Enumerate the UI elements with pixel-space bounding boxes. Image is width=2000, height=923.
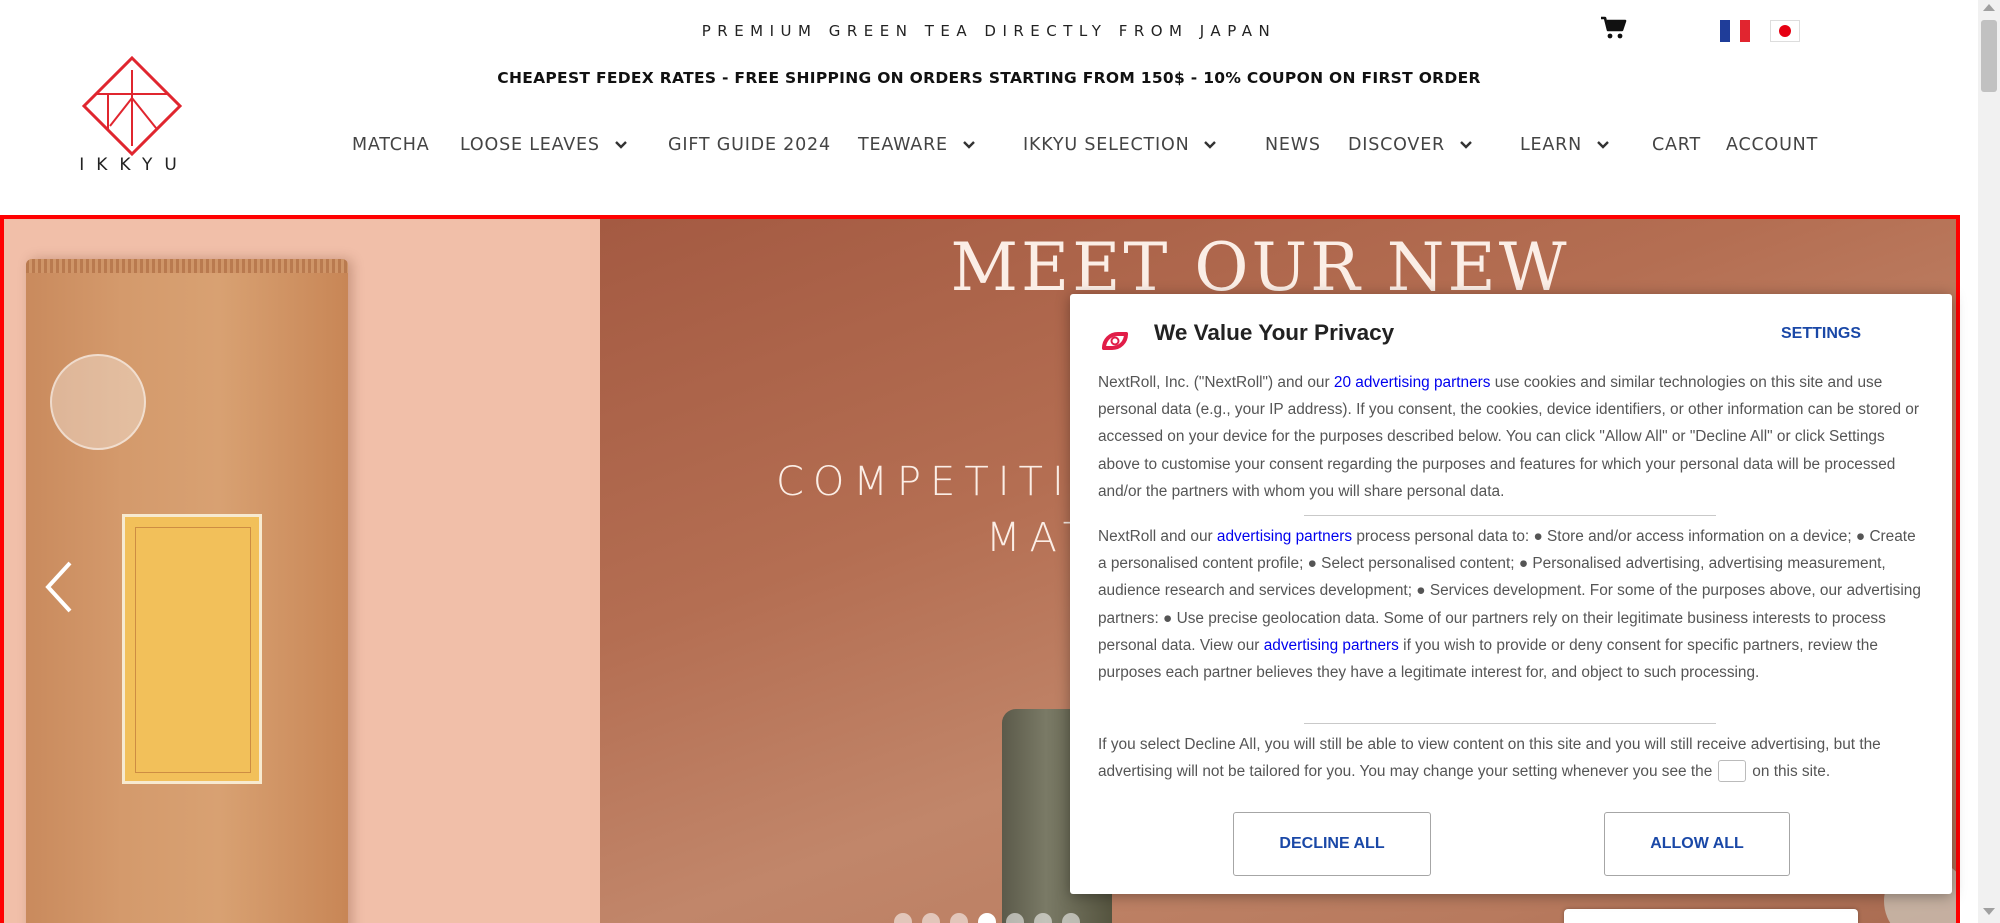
slider-dots bbox=[894, 913, 1080, 923]
nav-label: CART bbox=[1652, 135, 1701, 155]
nav-ikkyu-selection[interactable]: IKKYU SELECTION bbox=[1023, 133, 1217, 157]
nav-label: MATCHA bbox=[352, 135, 430, 155]
nav-label: LOOSE LEAVES bbox=[460, 135, 600, 155]
allow-all-button[interactable]: ALLOW ALL bbox=[1604, 812, 1790, 876]
nav-label: TEAWARE bbox=[858, 135, 948, 155]
nav-label: IKKYU SELECTION bbox=[1023, 135, 1190, 155]
nav-account[interactable]: ACCOUNT bbox=[1726, 133, 1818, 157]
settings-button[interactable]: SETTINGS bbox=[1781, 325, 1861, 343]
scroll-up-icon[interactable] bbox=[1983, 4, 1995, 11]
nav-loose-leaves[interactable]: LOOSE LEAVES bbox=[460, 133, 628, 157]
advertising-partners-link[interactable]: advertising partners bbox=[1217, 528, 1352, 545]
nav-label: GIFT GUIDE 2024 bbox=[668, 135, 831, 155]
slide-dot[interactable] bbox=[950, 913, 968, 923]
advertising-partners-link[interactable]: advertising partners bbox=[1264, 637, 1399, 654]
promo-popup-tab[interactable] bbox=[1564, 909, 1858, 923]
consent-title: We Value Your Privacy bbox=[1154, 320, 1395, 345]
consent-paragraph-purposes: NextRoll and our advertising partners pr… bbox=[1098, 523, 1926, 686]
nav-news[interactable]: NEWS bbox=[1265, 133, 1321, 157]
page-scrollbar[interactable] bbox=[1978, 0, 2000, 923]
slide-dot[interactable] bbox=[894, 913, 912, 923]
nav-discover[interactable]: DISCOVER bbox=[1348, 133, 1473, 157]
purposes-text-middle: process personal data to: ● Store and/or… bbox=[1098, 528, 1921, 654]
divider bbox=[1304, 515, 1716, 516]
privacy-consent-dialog: We Value Your Privacy SETTINGS NextRoll,… bbox=[1070, 294, 1952, 894]
package-seal-strip bbox=[26, 259, 348, 273]
nav-label: DISCOVER bbox=[1348, 135, 1446, 155]
divider bbox=[1304, 723, 1716, 724]
logo-text: IKKYU bbox=[79, 155, 189, 175]
chevron-down-icon bbox=[614, 141, 627, 149]
header-tagline: PREMIUM GREEN TEA DIRECTLY FROM JAPAN bbox=[701, 22, 1277, 40]
chevron-down-icon bbox=[963, 141, 975, 149]
flag-fr-icon[interactable] bbox=[1720, 20, 1750, 42]
slide-dot[interactable] bbox=[922, 913, 940, 923]
decline-info-text-end: on this site. bbox=[1752, 763, 1831, 781]
chevron-down-icon bbox=[1597, 141, 1609, 149]
advertising-partners-link[interactable]: 20 advertising partners bbox=[1334, 374, 1491, 391]
nav-teaware[interactable]: TEAWARE bbox=[858, 133, 976, 157]
chevron-left-icon[interactable] bbox=[42, 559, 76, 615]
scroll-down-icon[interactable] bbox=[1983, 908, 1995, 915]
nextroll-logo-icon bbox=[1102, 332, 1128, 350]
consent-settings-icon[interactable] bbox=[1718, 760, 1747, 783]
package-label-image bbox=[122, 514, 262, 784]
slide-dot[interactable] bbox=[1062, 913, 1080, 923]
flag-jp-icon[interactable] bbox=[1770, 20, 1800, 42]
nav-label: ACCOUNT bbox=[1726, 135, 1819, 155]
slide-dot[interactable] bbox=[1034, 913, 1052, 923]
decline-all-button[interactable]: DECLINE ALL bbox=[1233, 812, 1431, 876]
slide-dot-active[interactable] bbox=[978, 913, 996, 923]
promo-banner: CHEAPEST FEDEX RATES - FREE SHIPPING ON … bbox=[497, 69, 1481, 87]
nav-matcha[interactable]: MATCHA bbox=[352, 133, 430, 157]
consent-paragraph-decline-info: If you select Decline All, you will stil… bbox=[1098, 731, 1926, 785]
nav-gift-guide[interactable]: GIFT GUIDE 2024 bbox=[668, 133, 831, 157]
slide-dot[interactable] bbox=[1006, 913, 1024, 923]
consent-paragraph-intro: NextRoll, Inc. ("NextRoll") and our 20 a… bbox=[1098, 369, 1926, 505]
nav-label: NEWS bbox=[1265, 135, 1321, 155]
hero-product-panel bbox=[4, 219, 600, 923]
nav-cart[interactable]: CART bbox=[1652, 133, 1701, 157]
intro-text-start: NextRoll, Inc. ("NextRoll") and our bbox=[1098, 374, 1334, 391]
purposes-text-start: NextRoll and our bbox=[1098, 528, 1217, 545]
shopping-cart-icon[interactable] bbox=[1600, 16, 1628, 40]
site-header: PREMIUM GREEN TEA DIRECTLY FROM JAPAN CH… bbox=[0, 0, 1978, 215]
scrollbar-thumb[interactable] bbox=[1981, 20, 1997, 92]
intro-text-end: use cookies and similar technologies on … bbox=[1098, 374, 1919, 500]
hero-subtitle-line1: COMPETITI bbox=[776, 459, 1073, 505]
chevron-down-icon bbox=[1460, 141, 1472, 149]
nav-label: LEARN bbox=[1520, 135, 1583, 155]
nav-learn[interactable]: LEARN bbox=[1520, 133, 1610, 157]
jas-organic-seal-icon bbox=[50, 354, 146, 450]
chevron-down-icon bbox=[1204, 141, 1217, 149]
